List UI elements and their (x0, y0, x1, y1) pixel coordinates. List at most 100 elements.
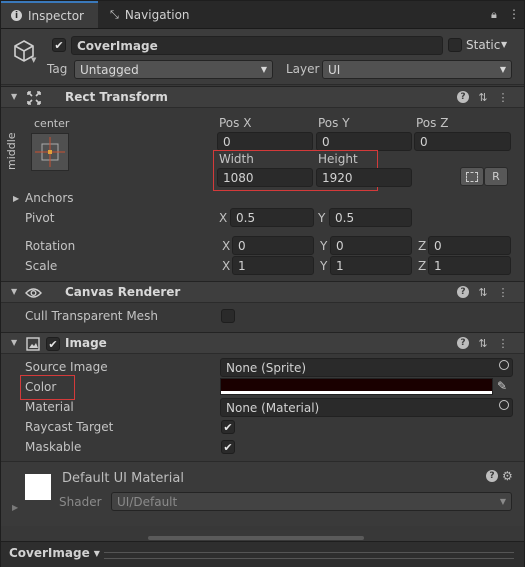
image-icon (26, 337, 40, 351)
chevron-down-icon: ▼ (499, 497, 506, 506)
cull-transparent-label: Cull Transparent Mesh (25, 309, 158, 323)
tag-label: Tag (47, 62, 68, 76)
image-header[interactable]: ▼ ✔ Image ? ⇅ ⋮ (1, 332, 524, 354)
scale-z-field[interactable]: 1 (428, 256, 511, 275)
height-label: Height (318, 152, 358, 166)
tab-label: Navigation (124, 7, 190, 22)
scale-x-field[interactable]: 1 (232, 256, 314, 275)
raycast-target-label: Raycast Target (25, 420, 114, 434)
source-image-label: Source Image (25, 360, 108, 374)
object-picker-icon[interactable] (499, 360, 509, 370)
gameobject-name-field[interactable]: CoverImage (71, 36, 443, 55)
tag-dropdown[interactable]: Untagged ▼ (74, 60, 273, 79)
scale-y-axis: Y (320, 259, 328, 273)
material-preview-swatch (25, 474, 51, 500)
drag-handle[interactable] (104, 552, 514, 559)
rect-transform-header[interactable]: ▼ Rect Transform ? ⇅ ⋮ (1, 86, 524, 108)
chevron-down-icon: ▼ (93, 548, 100, 558)
rotation-z-field[interactable]: 0 (428, 236, 511, 255)
color-label: Color (25, 380, 57, 394)
anchors-label[interactable]: Anchors (25, 191, 74, 205)
shader-dropdown[interactable]: UI/Default ▼ (111, 492, 512, 511)
lock-icon[interactable]: 🔒︎ (491, 8, 497, 22)
raw-edit-button[interactable]: R (484, 167, 508, 186)
static-dropdown-icon[interactable]: ▼ (501, 40, 507, 49)
help-icon[interactable]: ? (486, 470, 498, 482)
help-icon[interactable]: ? (457, 91, 469, 103)
scale-x-axis: X (222, 259, 231, 273)
static-checkbox[interactable] (448, 38, 462, 52)
expand-arrow-icon[interactable]: ▶ (12, 503, 18, 512)
pos-z-field[interactable]: 0 (414, 132, 511, 151)
active-checkbox[interactable]: ✔ (52, 38, 66, 52)
component-header-icons: ? ⇅ ⋮ (457, 91, 509, 104)
pos-z-value: 0 (420, 134, 428, 149)
color-swatch[interactable] (220, 378, 493, 395)
maskable-checkbox[interactable]: ✔ (221, 440, 235, 454)
eyedropper-icon[interactable]: ✎ (497, 379, 507, 393)
more-options-icon[interactable]: ⋮ (508, 7, 520, 21)
help-icon[interactable]: ? (457, 286, 469, 298)
rect-transform-icon (27, 91, 41, 105)
pivot-x-axis: X (219, 211, 228, 225)
anchors-foldout-icon[interactable]: ▶ (13, 194, 19, 203)
pos-y-field[interactable]: 0 (316, 132, 412, 151)
cull-transparent-checkbox[interactable] (221, 309, 235, 323)
blueprint-mode-button[interactable] (460, 167, 484, 186)
object-picker-icon[interactable] (499, 400, 509, 410)
section-title: Rect Transform (65, 90, 168, 104)
material-preview-panel: Default UI Material Shader UI/Default ▼ … (1, 461, 524, 527)
pos-z-label: Pos Z (416, 116, 449, 130)
preset-sliders-icon[interactable]: ⇅ (477, 337, 489, 350)
layer-label: Layer (286, 62, 320, 76)
section-title: Image (65, 336, 107, 350)
foldout-arrow-icon[interactable]: ▼ (11, 338, 17, 347)
raycast-target-checkbox[interactable]: ✔ (221, 420, 235, 434)
pivot-label: Pivot (25, 211, 55, 225)
tab-navigation[interactable]: ⤡ Navigation (100, 1, 200, 28)
rotation-x-field[interactable]: 0 (232, 236, 314, 255)
anchor-v-label: middle (5, 132, 18, 170)
horizontal-scrollbar-thumb[interactable] (148, 536, 364, 540)
layer-dropdown[interactable]: UI ▼ (322, 60, 512, 79)
scale-y-field[interactable]: 1 (330, 256, 412, 275)
help-icon[interactable]: ? (457, 337, 469, 349)
shader-label: Shader (59, 495, 102, 509)
navigation-icon: ⤡ (110, 7, 119, 21)
material-field[interactable]: None (Material) (220, 398, 513, 417)
pos-x-field[interactable]: 0 (217, 132, 313, 151)
preset-sliders-icon[interactable]: ⇅ (477, 286, 489, 299)
canvas-renderer-header[interactable]: ▼ Canvas Renderer ? ⇅ ⋮ (1, 281, 524, 303)
dashed-rect-icon (466, 171, 478, 182)
more-options-icon[interactable]: ⋮ (497, 286, 509, 299)
pivot-x-value: 0.5 (236, 210, 256, 225)
icon-dropdown-arrow-icon[interactable]: ▼ (31, 56, 36, 64)
tab-inspector[interactable]: i Inspector (1, 1, 98, 28)
shader-value: UI/Default (117, 494, 178, 509)
static-label: Static (466, 38, 501, 52)
more-options-icon[interactable]: ⋮ (497, 91, 509, 104)
more-options-icon[interactable]: ⋮ (497, 337, 509, 350)
anchor-preset-icon (35, 137, 65, 167)
preset-sliders-icon[interactable]: ⇅ (477, 91, 489, 104)
scroll-area (1, 526, 524, 541)
settings-gear-icon[interactable]: ⚙ (502, 469, 513, 483)
object-selector-dropdown[interactable]: CoverImage ▼ (9, 546, 100, 560)
anchor-presets-button[interactable] (31, 133, 69, 171)
foldout-arrow-icon[interactable]: ▼ (11, 287, 17, 296)
foldout-arrow-icon[interactable]: ▼ (11, 92, 17, 101)
rotation-z-axis: Z (418, 239, 427, 253)
height-field[interactable]: 1920 (316, 168, 412, 187)
image-enabled-checkbox[interactable]: ✔ (46, 337, 60, 351)
gameobject-name: CoverImage (77, 38, 158, 53)
width-value: 1080 (223, 170, 254, 185)
maskable-label: Maskable (25, 440, 82, 454)
width-field[interactable]: 1080 (217, 168, 313, 187)
pivot-y-field[interactable]: 0.5 (329, 208, 412, 227)
pos-y-label: Pos Y (318, 116, 350, 130)
pivot-x-field[interactable]: 0.5 (230, 208, 314, 227)
source-image-field[interactable]: None (Sprite) (220, 358, 513, 377)
anchor-h-label: center (34, 117, 70, 130)
rotation-y-field[interactable]: 0 (330, 236, 412, 255)
pivot-y-value: 0.5 (335, 210, 355, 225)
